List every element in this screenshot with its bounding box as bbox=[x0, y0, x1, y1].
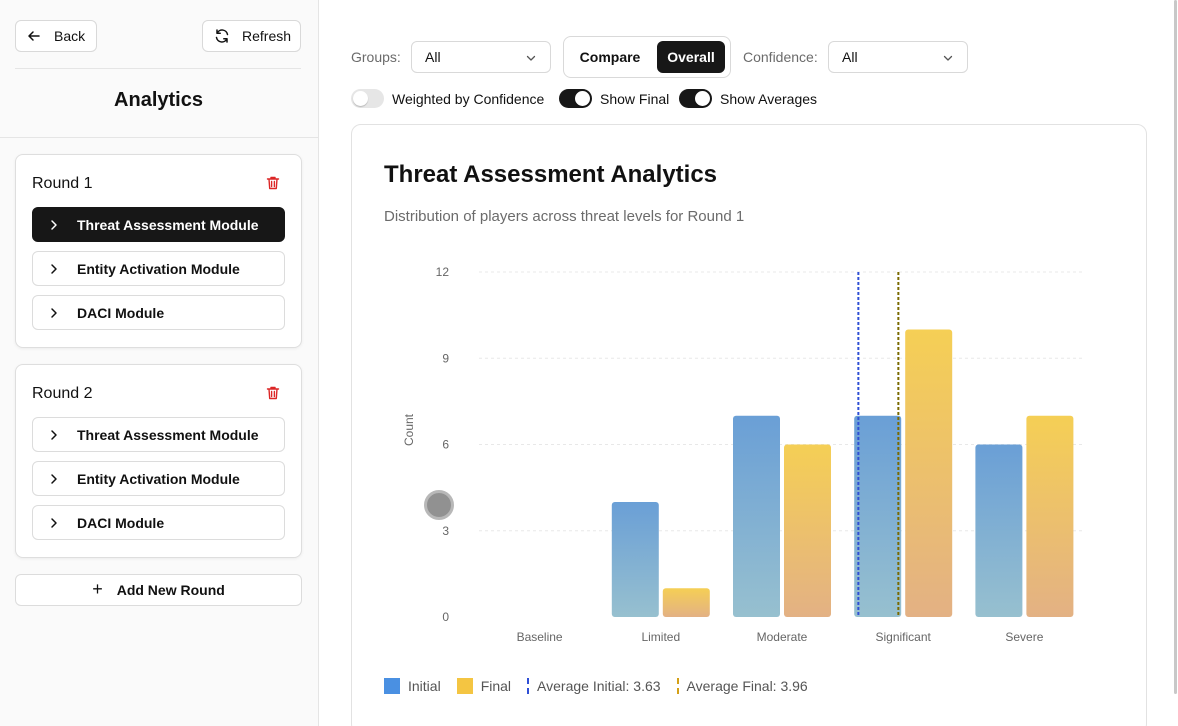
chart-legend: Initial Final Average Initial: 3.63 Aver… bbox=[384, 678, 824, 694]
switch-knob bbox=[353, 91, 368, 106]
plus-icon: + bbox=[92, 578, 103, 599]
show-final-switch[interactable] bbox=[559, 89, 592, 108]
weighted-switch[interactable] bbox=[351, 89, 384, 108]
chevron-right-icon bbox=[51, 473, 57, 484]
round-card-1: Round 1 Threat Assessment Module Entity … bbox=[15, 154, 302, 348]
weighted-toggle[interactable]: Weighted by Confidence bbox=[351, 89, 544, 108]
x-tick-label: Limited bbox=[641, 630, 680, 644]
scrollbar[interactable] bbox=[1173, 0, 1178, 726]
x-tick-label: Baseline bbox=[517, 630, 563, 644]
y-tick-label: 12 bbox=[436, 265, 450, 279]
legend-label-avg-initial: Average Initial: 3.63 bbox=[537, 678, 661, 694]
confidence-value: All bbox=[842, 49, 858, 65]
switch-knob bbox=[695, 91, 710, 106]
threat-bar-chart: Baseline Limited Moderate Significant Severe… bbox=[402, 265, 1085, 644]
x-tick-label: Severe bbox=[1005, 630, 1043, 644]
chart-y-ticks: 0 3 6 9 12 bbox=[436, 265, 450, 624]
y-tick-label: 3 bbox=[442, 524, 449, 538]
legend-item-avg-initial: Average Initial: 3.63 bbox=[527, 678, 661, 694]
chart-bars bbox=[611, 329, 1074, 618]
legend-dash-avg-initial bbox=[527, 678, 530, 694]
x-tick-label: Significant bbox=[876, 630, 932, 644]
groups-value: All bbox=[425, 49, 441, 65]
show-final-toggle[interactable]: Show Final bbox=[559, 89, 669, 108]
y-tick-label: 9 bbox=[442, 351, 449, 365]
weighted-label: Weighted by Confidence bbox=[392, 90, 545, 107]
show-averages-toggle[interactable]: Show Averages bbox=[679, 89, 817, 108]
show-averages-switch[interactable] bbox=[679, 89, 712, 108]
cursor-indicator bbox=[424, 490, 454, 520]
chevron-right-icon bbox=[51, 307, 57, 318]
legend-label-avg-final: Average Final: 3.96 bbox=[686, 678, 808, 694]
bar-final-limited[interactable] bbox=[662, 588, 710, 617]
sidebar-title: Analytics bbox=[114, 89, 203, 111]
legend-swatch-initial bbox=[384, 678, 400, 694]
x-tick-label: Moderate bbox=[757, 630, 808, 644]
bar-final-significant[interactable] bbox=[905, 329, 953, 618]
sidebar-divider bbox=[0, 137, 319, 138]
module-item-threat-assessment[interactable]: Threat Assessment Module bbox=[32, 207, 285, 242]
confidence-label: Confidence: bbox=[743, 49, 818, 65]
module-label: Threat Assessment Module bbox=[77, 426, 259, 443]
module-label: Entity Activation Module bbox=[77, 470, 240, 487]
trash-icon[interactable] bbox=[265, 385, 281, 401]
y-tick-label: 6 bbox=[442, 438, 449, 452]
refresh-button[interactable]: Refresh bbox=[202, 20, 301, 52]
show-final-label: Show Final bbox=[600, 90, 670, 107]
bar-initial-severe[interactable] bbox=[975, 444, 1023, 618]
overall-button[interactable]: Overall bbox=[657, 41, 725, 73]
legend-dash-avg-final bbox=[676, 678, 679, 694]
legend-swatch-final bbox=[456, 678, 473, 694]
legend-label-final: Final bbox=[480, 678, 512, 694]
scrollbar-thumb[interactable] bbox=[1174, 0, 1177, 694]
legend-label-initial: Initial bbox=[408, 678, 441, 694]
module-item-threat-assessment[interactable]: Threat Assessment Module bbox=[32, 417, 285, 452]
chevron-down-icon bbox=[943, 55, 953, 61]
refresh-icon bbox=[215, 29, 229, 43]
arrow-left-icon bbox=[28, 31, 40, 41]
show-averages-label: Show Averages bbox=[720, 90, 818, 107]
compare-button[interactable]: Compare bbox=[568, 41, 652, 73]
back-button[interactable]: Back bbox=[15, 20, 97, 52]
sidebar-topbar: Back Refresh bbox=[15, 20, 301, 69]
module-label: DACI Module bbox=[77, 304, 165, 321]
bar-initial-moderate[interactable] bbox=[733, 415, 780, 617]
add-round-button[interactable]: + Add New Round bbox=[15, 574, 302, 606]
confidence-select[interactable]: All bbox=[828, 41, 968, 73]
y-axis-label: Count bbox=[402, 413, 416, 446]
chevron-right-icon bbox=[51, 429, 57, 440]
bar-final-moderate[interactable] bbox=[784, 444, 831, 618]
bar-final-severe[interactable] bbox=[1026, 415, 1074, 617]
module-item-entity-activation[interactable]: Entity Activation Module bbox=[32, 251, 285, 286]
chevron-right-icon bbox=[51, 517, 57, 528]
module-label: Threat Assessment Module bbox=[77, 216, 259, 233]
groups-select[interactable]: All bbox=[411, 41, 551, 73]
groups-label: Groups: bbox=[351, 49, 401, 65]
bar-initial-significant[interactable] bbox=[854, 415, 902, 617]
view-mode-toggle: Compare Overall bbox=[563, 36, 731, 78]
legend-item-avg-final: Average Final: 3.96 bbox=[676, 678, 808, 694]
module-item-daci[interactable]: DACI Module bbox=[32, 295, 285, 330]
chevron-right-icon bbox=[51, 263, 57, 274]
chevron-down-icon bbox=[526, 55, 536, 61]
sidebar: Back Refresh Analytics Round 1 Threat As… bbox=[0, 0, 319, 726]
chart-x-ticks: Baseline Limited Moderate Significant Severe bbox=[517, 630, 1044, 644]
module-item-daci[interactable]: DACI Module bbox=[32, 505, 285, 540]
chevron-right-icon bbox=[51, 219, 57, 230]
legend-item-final: Final bbox=[456, 678, 512, 694]
round-title: Round 2 bbox=[32, 385, 93, 402]
round-title: Round 1 bbox=[32, 175, 93, 192]
y-tick-label: 0 bbox=[442, 610, 449, 624]
round-card-2: Round 2 Threat Assessment Module Entity … bbox=[15, 364, 302, 558]
module-label: DACI Module bbox=[77, 514, 165, 531]
switch-knob bbox=[575, 91, 590, 106]
module-item-entity-activation[interactable]: Entity Activation Module bbox=[32, 461, 285, 496]
back-label: Back bbox=[54, 28, 86, 44]
module-label: Entity Activation Module bbox=[77, 260, 240, 277]
bar-initial-limited[interactable] bbox=[611, 502, 659, 617]
legend-item-initial: Initial bbox=[384, 678, 441, 694]
add-round-label: Add New Round bbox=[116, 582, 225, 598]
refresh-label: Refresh bbox=[242, 28, 292, 44]
trash-icon[interactable] bbox=[265, 175, 281, 191]
